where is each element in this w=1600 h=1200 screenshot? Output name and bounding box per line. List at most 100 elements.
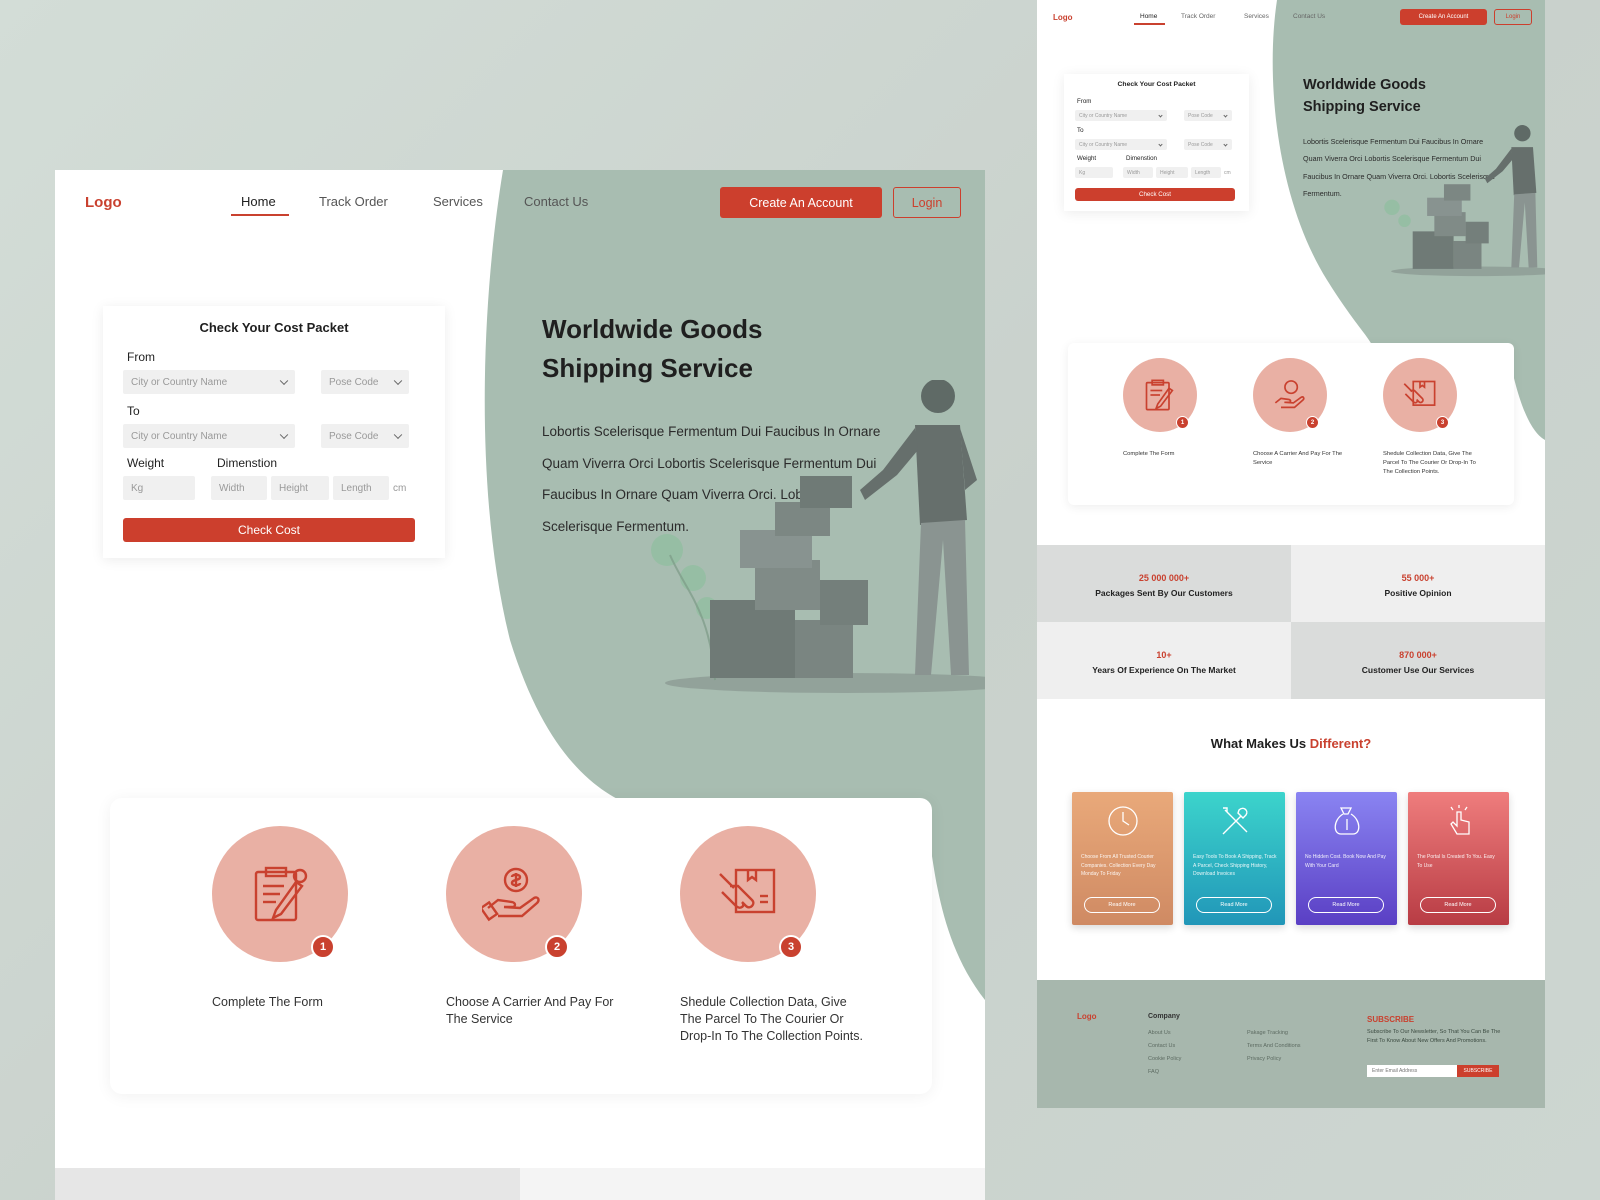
to-city-placeholder: City or Country Name	[131, 430, 228, 442]
footer-link-terms[interactable]: Terms And Conditions	[1247, 1043, 1301, 1049]
read-more-button[interactable]: Read More	[1420, 897, 1496, 913]
to-post-code-select[interactable]: Pose Code	[321, 424, 409, 448]
feature-text: The Portal Is Created To You. Easy To Us…	[1417, 854, 1495, 869]
check-cost-button[interactable]: Check Cost	[1075, 188, 1235, 201]
strip-right	[520, 1168, 985, 1200]
from-label: From	[127, 350, 155, 364]
to-city-select[interactable]: City or Country Name	[1075, 139, 1167, 150]
nav-contact-us[interactable]: Contact Us	[524, 194, 588, 209]
dimension-unit: cm	[1224, 170, 1231, 176]
step-text: Choose A Carrier And Pay For The Service	[1253, 451, 1343, 466]
stat-label: Packages Sent By Our Customers	[1095, 588, 1233, 598]
footer: Logo Company About Us Contact Us Cookie …	[1037, 980, 1545, 1108]
nav-services[interactable]: Services	[1244, 13, 1269, 20]
step-text: Choose A Carrier And Pay For The Service	[446, 995, 614, 1026]
footer-link-contact[interactable]: Contact Us	[1148, 1043, 1175, 1049]
form-title: Check Your Cost Packet	[199, 320, 349, 335]
footer-company-heading: Company	[1148, 1013, 1180, 1020]
read-more-button[interactable]: Read More	[1308, 897, 1384, 913]
login-button[interactable]: Login	[1494, 9, 1532, 25]
footer-link-tracking[interactable]: Pakage Tracking	[1247, 1030, 1288, 1036]
stat-value: 10+	[1156, 650, 1172, 660]
length-input[interactable]: Length	[1191, 167, 1221, 178]
to-post-code-placeholder: Pose Code	[329, 430, 379, 442]
parcel-hand-icon	[719, 868, 776, 914]
check-cost-button[interactable]: Check Cost	[123, 518, 415, 542]
from-city-placeholder: City or Country Name	[131, 376, 228, 388]
footer-link-privacy[interactable]: Privacy Policy	[1247, 1056, 1281, 1062]
step-number-badge: 2	[1306, 416, 1319, 429]
height-placeholder: Height	[279, 482, 308, 494]
feature-card-pricing: No Hidden Cost. Book Now And Pay With Yo…	[1296, 792, 1397, 925]
from-post-code-placeholder: Pose Code	[329, 376, 379, 388]
read-more-button[interactable]: Read More	[1084, 897, 1160, 913]
nav-active-underline	[1134, 23, 1165, 25]
length-input[interactable]: Length	[333, 476, 389, 500]
to-city-select[interactable]: City or Country Name	[123, 424, 295, 448]
from-city-select[interactable]: City or Country Name	[1075, 110, 1167, 121]
height-input[interactable]: Height	[271, 476, 329, 500]
from-post-code-placeholder: Pose Code	[1188, 112, 1213, 119]
nav-home[interactable]: Home	[241, 194, 276, 209]
delivery-man-illustration	[651, 380, 985, 693]
pointer-hand-icon	[1450, 805, 1470, 835]
from-post-code-select[interactable]: Pose Code	[1184, 110, 1232, 121]
create-account-button[interactable]: Create An Account	[1400, 9, 1487, 25]
email-field[interactable]	[1367, 1065, 1457, 1077]
dimension-unit: cm	[393, 483, 407, 494]
parcel-hand-icon	[1403, 380, 1436, 406]
create-account-button[interactable]: Create An Account	[720, 187, 882, 218]
stat-customers: 870 000+ Customer Use Our Services	[1291, 622, 1545, 699]
desktop-mockup-large: Logo Home Track Order Services Contact U…	[55, 170, 985, 1200]
money-bag-icon	[1334, 807, 1360, 835]
weight-input[interactable]: Kg	[123, 476, 195, 500]
logo[interactable]: Logo	[85, 194, 122, 211]
chevron-down-icon	[1223, 112, 1228, 118]
length-placeholder: Length	[1195, 169, 1211, 176]
nav-services[interactable]: Services	[433, 194, 483, 209]
footer-link-about[interactable]: About Us	[1148, 1030, 1171, 1036]
footer-link-cookie[interactable]: Cookie Policy	[1148, 1056, 1181, 1062]
nav-track-order[interactable]: Track Order	[319, 194, 388, 209]
feature-card-tools: Easy Tools To Book A Shipping, Track A P…	[1184, 792, 1285, 925]
width-input[interactable]: Width	[211, 476, 267, 500]
chevron-down-icon	[1223, 141, 1228, 147]
nav-active-underline	[231, 214, 289, 216]
step-number-badge: 1	[311, 935, 335, 959]
delivery-man-illustration	[1384, 125, 1545, 277]
from-label: From	[1077, 98, 1092, 105]
height-input[interactable]: Height	[1156, 167, 1188, 178]
from-city-select[interactable]: City or Country Name	[123, 370, 295, 394]
step-text: Complete The Form	[1123, 451, 1175, 457]
to-post-code-select[interactable]: Pose Code	[1184, 139, 1232, 150]
nav-track-order[interactable]: Track Order	[1181, 13, 1215, 20]
how-it-works-card: 1 Complete The Form 2 Choose A Carrier A…	[110, 798, 932, 1094]
stat-value: 55 000+	[1401, 573, 1435, 583]
nav-contact-us[interactable]: Contact Us	[1293, 13, 1325, 20]
title-prefix: What Makes Us	[1210, 736, 1307, 751]
weight-input[interactable]: Kg	[1075, 167, 1113, 178]
subscribe-description: Subscribe To Our Newsletter, So That You…	[1367, 1029, 1501, 1044]
login-button[interactable]: Login	[893, 187, 961, 218]
step-number-badge: 2	[545, 935, 569, 959]
from-post-code-select[interactable]: Pose Code	[321, 370, 409, 394]
read-more-button[interactable]: Read More	[1196, 897, 1272, 913]
width-placeholder: Width	[219, 482, 245, 494]
subscribe-button[interactable]: SUBSCRIBE	[1457, 1065, 1499, 1077]
to-post-code-placeholder: Pose Code	[1188, 141, 1213, 148]
stat-value: 870 000+	[1399, 650, 1437, 660]
width-input[interactable]: Width	[1123, 167, 1153, 178]
footer-link-faq[interactable]: FAQ	[1148, 1069, 1159, 1075]
to-label: To	[127, 404, 140, 418]
stat-label: Positive Opinion	[1384, 588, 1452, 598]
nav-home[interactable]: Home	[1140, 13, 1157, 20]
dimension-label: Dimenstion	[217, 456, 278, 470]
weight-label: Weight	[1077, 155, 1097, 162]
cost-check-form: Check Your Cost Packet From City or Coun…	[103, 306, 445, 558]
length-placeholder: Length	[341, 482, 372, 494]
footer-logo[interactable]: Logo	[1077, 1012, 1097, 1021]
logo[interactable]: Logo	[1053, 13, 1073, 22]
desktop-mockup-full-page: Logo Home Track Order Services Contact U…	[1037, 0, 1545, 1108]
clipboard-icon	[1145, 379, 1174, 411]
next-section-strip	[55, 1168, 985, 1200]
